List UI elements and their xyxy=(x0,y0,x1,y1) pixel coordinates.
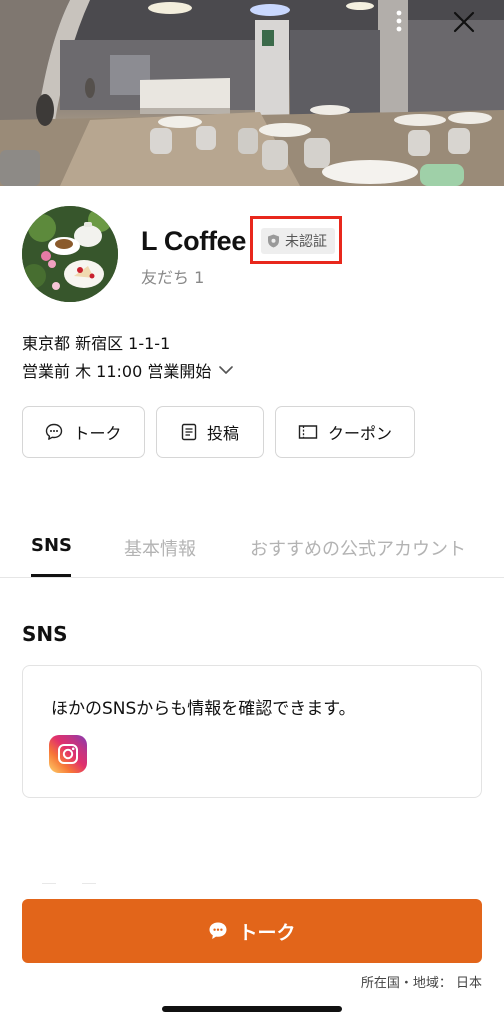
account-profile-page: L Coffee 未認証 友だち 1 東京都 新宿区 1-1-1 営業前 木 1… xyxy=(0,0,504,1024)
bottom-fade xyxy=(0,860,504,900)
close-icon xyxy=(453,11,475,33)
more-options-button[interactable] xyxy=(396,10,436,50)
sns-description: ほかのSNSからも情報を確認できます。 xyxy=(51,699,356,719)
posts-button[interactable]: 投稿 xyxy=(156,406,264,458)
sns-section-title: SNS xyxy=(22,622,68,646)
coupon-button[interactable]: クーポン xyxy=(275,406,415,458)
shield-icon xyxy=(268,234,279,248)
talk-cta-button[interactable]: トーク xyxy=(22,899,482,963)
address-text: 東京都 新宿区 1-1-1 xyxy=(22,334,171,353)
talk-button-label: トーク xyxy=(73,424,122,443)
talk-cta-label: トーク xyxy=(238,921,296,944)
instagram-icon xyxy=(58,744,78,764)
instagram-link[interactable] xyxy=(49,735,87,773)
active-tab-indicator xyxy=(31,574,71,577)
posts-button-label: 投稿 xyxy=(206,424,239,443)
home-indicator xyxy=(162,1006,342,1012)
close-button[interactable] xyxy=(452,10,492,50)
sns-card: ほかのSNSからも情報を確認できます。 xyxy=(22,665,482,798)
account-avatar[interactable] xyxy=(22,206,118,302)
friends-count: 友だち 1 xyxy=(141,268,205,287)
avatar-image xyxy=(22,206,118,302)
chevron-down-icon xyxy=(219,365,234,374)
tab-recommended-accounts[interactable]: おすすめの公式アカウント xyxy=(250,535,466,561)
chat-bubble-icon xyxy=(209,922,227,939)
chat-bubble-icon xyxy=(46,423,63,440)
coupon-button-label: クーポン xyxy=(327,424,392,443)
cover-photo xyxy=(0,0,504,186)
profile-tabs: SNS 基本情報 おすすめの公式アカウント xyxy=(0,520,504,578)
talk-button[interactable]: トーク xyxy=(22,406,145,458)
tab-basic-info[interactable]: 基本情報 xyxy=(124,535,196,561)
tab-sns[interactable]: SNS xyxy=(31,535,72,556)
document-icon xyxy=(181,423,197,441)
unverified-badge[interactable]: 未認証 xyxy=(261,228,335,254)
account-name: L Coffee xyxy=(141,226,247,256)
region-text: 所在国・地域： 日本 xyxy=(360,976,482,991)
business-hours-toggle[interactable]: 営業前 木 11:00 営業開始 xyxy=(22,358,234,382)
business-hours-text: 営業前 木 11:00 営業開始 xyxy=(22,362,212,381)
coupon-icon xyxy=(298,425,318,439)
badge-label: 未認証 xyxy=(285,234,327,250)
more-vertical-icon xyxy=(396,10,402,32)
